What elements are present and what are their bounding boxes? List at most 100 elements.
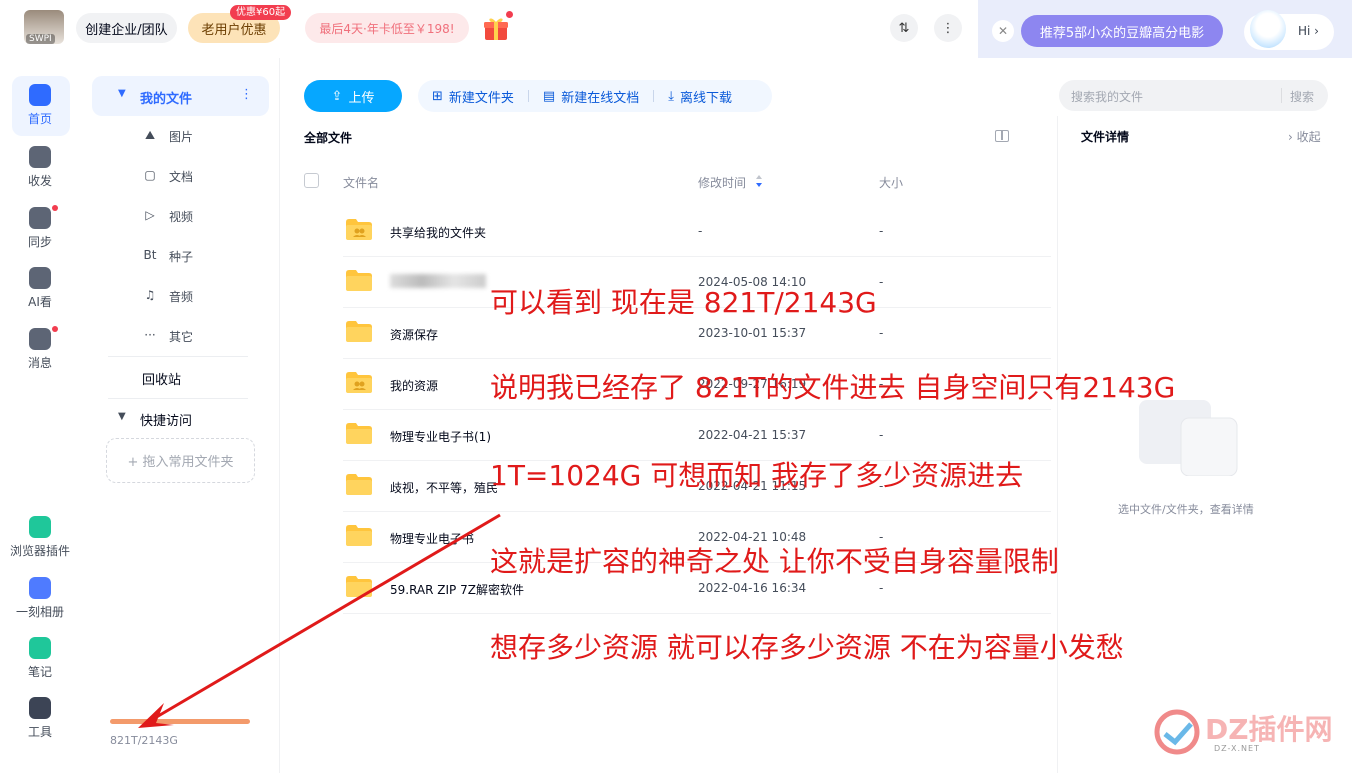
rail-label: 一刻相册 xyxy=(15,605,64,619)
drop-folder-zone[interactable]: + 拖入常用文件夹 xyxy=(106,438,255,483)
toolbar-actions: ⊞ 新建文件夹 ▤ 新建在线文档 ⤓ 离线下载 xyxy=(418,80,772,112)
watermark-logo-icon xyxy=(1154,709,1200,755)
annotation-line-3: 1T=1024G 可想而知 我存了多少资源进去 xyxy=(490,459,1024,492)
watermark-text: DZ插件网 xyxy=(1205,713,1333,746)
offline-download-button[interactable]: ⤓ 离线下载 xyxy=(654,87,746,106)
nav-recycle-bin[interactable]: 回收站 xyxy=(142,369,181,388)
file-time: 2022-04-21 15:37 xyxy=(698,428,807,442)
more-icon[interactable]: ⋮ xyxy=(934,14,962,42)
search-button[interactable]: 搜索 xyxy=(1290,88,1314,105)
avatar[interactable]: SWPI xyxy=(24,10,64,44)
promo-button[interactable]: 最后4天·年卡低至￥198! xyxy=(305,13,469,43)
new-folder-button[interactable]: ⊞ 新建文件夹 xyxy=(418,87,528,106)
nav-item-icon: ⛰ xyxy=(144,128,156,142)
sync-icon xyxy=(29,207,51,229)
folder-icon xyxy=(346,270,372,291)
folder-icon xyxy=(346,321,372,342)
tools-icon xyxy=(29,697,51,719)
empty-files-illustration xyxy=(1139,400,1238,476)
upload-icon: ⇪ xyxy=(331,88,343,104)
nav-item-0[interactable]: 图片 xyxy=(169,128,193,145)
doc-plus-icon: ▤ xyxy=(542,88,556,104)
file-size: - xyxy=(879,275,884,289)
more-vertical-icon[interactable]: ⋮ xyxy=(240,87,253,102)
rail-item-6[interactable]: 一刻相册 xyxy=(0,577,80,620)
avatar-tag: SWPI xyxy=(26,34,55,44)
file-name[interactable]: 物理专业电子书(1) xyxy=(390,428,491,445)
rail-item-7[interactable]: 笔记 xyxy=(0,637,80,680)
nav-item-icon: ♫ xyxy=(144,288,156,302)
share-icon xyxy=(29,146,51,168)
detail-empty-hint: 选中文件/文件夹，查看详情 xyxy=(1118,503,1254,516)
file-size: - xyxy=(879,581,884,595)
rail-label: 笔记 xyxy=(27,665,52,679)
sort-icon[interactable]: ⇅ xyxy=(890,14,918,42)
upload-button[interactable]: ⇪ 上传 xyxy=(304,80,402,112)
search-placeholder: 搜索我的文件 xyxy=(1071,90,1144,104)
offline-download-label: 离线下载 xyxy=(679,90,732,106)
caret-down-icon: ▼ xyxy=(118,88,126,99)
breadcrumb[interactable]: 全部文件 xyxy=(304,129,352,146)
shared-folder-icon xyxy=(346,219,372,240)
nav-item-4[interactable]: 音频 xyxy=(169,288,193,305)
rail-label: 收发 xyxy=(27,174,52,188)
nav-item-5[interactable]: 其它 xyxy=(169,328,193,345)
grid-view-icon[interactable] xyxy=(995,130,1009,142)
file-time: - xyxy=(698,224,703,238)
nav-item-3[interactable]: 种子 xyxy=(169,248,193,265)
annotation-line-5: 想存多少资源 就可以存多少资源 不在为容量小发愁 xyxy=(490,631,1124,664)
file-time: 2023-10-01 15:37 xyxy=(698,326,807,340)
file-name[interactable]: 歧视，不平等，殖民 xyxy=(390,479,498,496)
plugin-icon xyxy=(29,516,51,538)
nav-quick-access[interactable]: 快捷访问 xyxy=(140,410,192,429)
gift-notification-dot xyxy=(506,11,513,18)
close-icon[interactable]: ✕ xyxy=(992,20,1014,42)
download-icon: ⤓ xyxy=(668,88,674,104)
rail-item-2[interactable]: 同步 xyxy=(0,207,80,250)
collapse-button[interactable]: › 收起 xyxy=(1288,128,1321,145)
nav-item-icon: ··· xyxy=(144,328,156,342)
detail-title: 文件详情 xyxy=(1081,130,1130,144)
blurred-filename xyxy=(390,274,486,288)
quota-text: 821T/2143G xyxy=(110,734,178,747)
note-icon xyxy=(29,637,51,659)
caret-down-icon: ▼ xyxy=(118,411,126,422)
file-size: - xyxy=(879,326,884,340)
file-name[interactable]: 共享给我的文件夹 xyxy=(390,224,486,241)
file-name[interactable]: 我的资源 xyxy=(390,377,438,394)
table-row[interactable]: 共享给我的文件夹 - - xyxy=(343,206,1051,257)
nav-my-files-label: 我的文件 xyxy=(140,92,193,107)
file-size: - xyxy=(879,224,884,238)
nav-item-icon: Bt xyxy=(143,248,157,262)
folder-icon xyxy=(346,423,372,444)
col-header-name[interactable]: 文件名 xyxy=(343,174,379,191)
shared-folder-icon xyxy=(346,372,372,393)
rail-item-5[interactable]: 浏览器插件 xyxy=(0,516,80,559)
rail-item-0[interactable]: 首页 xyxy=(0,84,80,127)
annotation-line-2: 说明我已经存了 821T的文件进去 自身空间只有2143G xyxy=(490,371,1176,404)
rail-item-4[interactable]: 消息 xyxy=(0,328,80,371)
message-icon xyxy=(29,328,51,350)
nav-item-2[interactable]: 视频 xyxy=(169,208,193,225)
new-online-doc-label: 新建在线文档 xyxy=(561,90,640,106)
upload-label: 上传 xyxy=(348,90,375,106)
rail-item-1[interactable]: 收发 xyxy=(0,146,80,189)
nav-item-1[interactable]: 文档 xyxy=(169,168,193,185)
watermark-sub: DZ-X.NET xyxy=(1214,744,1260,753)
rail-item-3[interactable]: AI看 xyxy=(0,267,80,310)
create-team-button[interactable]: 创建企业/团队 xyxy=(76,13,177,43)
file-name[interactable]: 资源保存 xyxy=(390,326,438,343)
nav-item-icon: ▢ xyxy=(144,168,156,182)
folder-icon xyxy=(346,474,372,495)
recommend-button[interactable]: 推荐5部小众的豆瓣高分电影 xyxy=(1021,15,1223,47)
rail-item-8[interactable]: 工具 xyxy=(0,697,80,740)
rail-label: 首页 xyxy=(27,112,52,126)
ai-icon xyxy=(29,267,51,289)
col-header-time[interactable]: 修改时间 xyxy=(698,174,746,191)
select-all-checkbox[interactable] xyxy=(304,173,319,188)
nav-item-icon: ▷ xyxy=(145,208,155,222)
sort-arrows-icon[interactable] xyxy=(755,174,763,188)
new-online-doc-button[interactable]: ▤ 新建在线文档 xyxy=(529,87,653,106)
gift-icon[interactable] xyxy=(482,14,510,42)
col-header-size[interactable]: 大小 xyxy=(879,174,903,191)
